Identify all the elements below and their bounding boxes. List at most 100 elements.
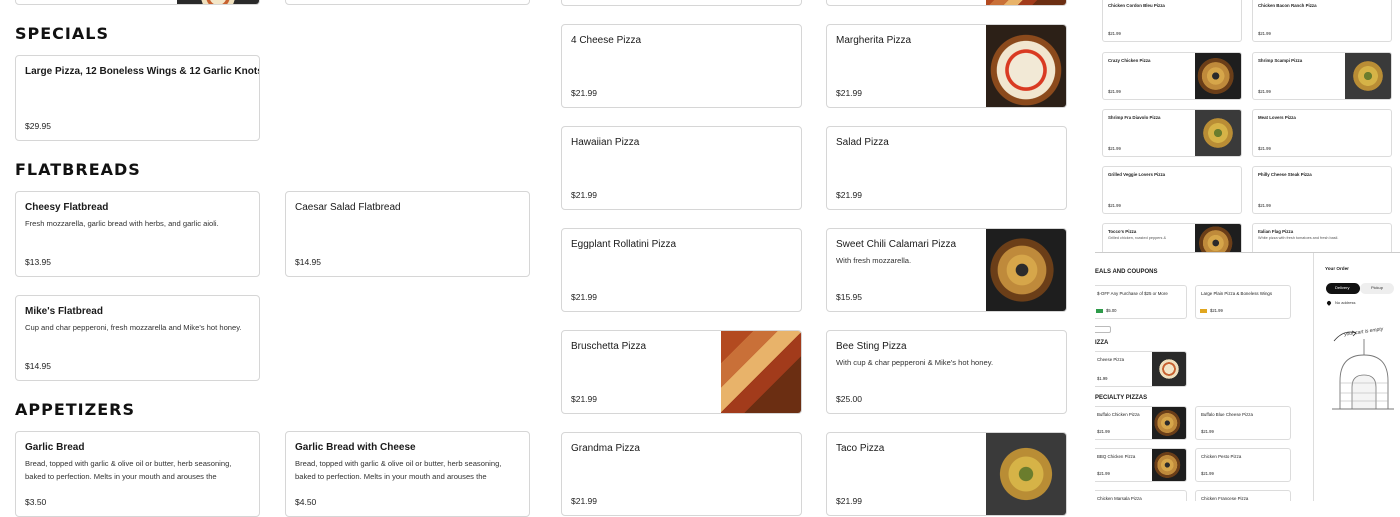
menu-item-garlic-bread[interactable]: Garlic Bread Bread, topped with garlic &…: [15, 431, 260, 517]
mini-card[interactable]: Shrimp Fra Diavolo Pizza $21.99: [1102, 109, 1242, 157]
card-pizza-partial-2[interactable]: [826, 0, 1067, 6]
menu-item-mikes-flatbread[interactable]: Mike's Flatbread Cup and char pepperoni,…: [15, 295, 260, 381]
location-pin-icon: [1326, 300, 1332, 306]
item-name: Bruschetta Pizza: [571, 341, 647, 352]
mini-card[interactable]: Chicken Bacon Ranch Pizza $21.99: [1252, 0, 1392, 42]
mini-card-price: $21.99: [1108, 203, 1121, 208]
mini-card[interactable]: Philly Cheese Steak Pizza $21.99: [1252, 166, 1392, 214]
item-name: Caesar Salad Flatbread: [295, 202, 401, 213]
no-address-text[interactable]: No address: [1335, 300, 1355, 305]
mini-card[interactable]: Chicken Pesto Pizza $21.99: [1195, 448, 1291, 482]
arrow-head: [1351, 330, 1357, 337]
card-top-mid-partial[interactable]: [285, 0, 530, 5]
item-price: $21.99: [836, 88, 862, 98]
mini-card-name: Chicken Francese Pizza: [1201, 496, 1249, 501]
arrow-doodle: [1333, 331, 1357, 342]
card-pizza-partial-1[interactable]: [561, 0, 802, 6]
mini-card[interactable]: Meat Lovers Pizza $21.99: [1252, 109, 1392, 157]
mini-card-price: $21.99: [1097, 429, 1110, 434]
mini-card[interactable]: Crazy Chicken Pizza $21.99: [1102, 52, 1242, 100]
mini-card-name: Grilled Veggie Lovers Pizza: [1108, 172, 1166, 177]
item-price: $29.95: [25, 121, 51, 131]
deals-heading: EALS AND COUPONS: [1095, 269, 1158, 275]
item-name: 4 Cheese Pizza: [571, 35, 642, 46]
specialty-heading: PECIALTY PIZZAS: [1095, 395, 1148, 401]
menu-item-grandma-pizza[interactable]: Grandma Pizza $21.99: [561, 432, 802, 516]
delivery-toggle[interactable]: Delivery: [1326, 283, 1360, 294]
item-name: Grandma Pizza: [571, 443, 640, 454]
right-panel-top: Chicken Cordon Bleu Pizza $21.99 Chicken…: [1095, 0, 1400, 263]
mini-card-name: Chicken Pesto Pizza: [1201, 454, 1242, 459]
section-title-flatbreads: FLATBREADS: [15, 160, 141, 179]
mini-card[interactable]: Chicken Marsala Pizza: [1095, 490, 1187, 501]
item-name: Garlic Bread with Cheese: [295, 442, 416, 453]
item-image: [986, 433, 1066, 515]
deal-pill[interactable]: [1095, 326, 1111, 333]
menu-item-4-cheese-pizza[interactable]: 4 Cheese Pizza $21.99: [561, 24, 802, 108]
mini-card-name: Crazy Chicken Pizza: [1108, 58, 1151, 63]
mini-card[interactable]: Buffalo Blue Cheese Pizza $21.99: [1195, 406, 1291, 440]
mini-card[interactable]: Shrimp Scampi Pizza $21.99: [1252, 52, 1392, 100]
item-name: Salad Pizza: [836, 137, 889, 148]
mini-card-name: Italian Flag Pizza: [1258, 229, 1294, 234]
item-price: $21.99: [571, 88, 597, 98]
menu-item-margherita-pizza[interactable]: Margherita Pizza $21.99: [826, 24, 1067, 108]
menu-item-caesar-flatbread[interactable]: Caesar Salad Flatbread $14.95: [285, 191, 530, 277]
pickup-label: Pickup: [1371, 285, 1384, 290]
item-price: $21.99: [571, 292, 597, 302]
menu-item-taco-pizza[interactable]: Taco Pizza $21.99: [826, 432, 1067, 516]
mini-card-name: Chicken Bacon Ranch Pizza: [1258, 3, 1317, 8]
item-price: $21.99: [571, 496, 597, 506]
item-price: $21.99: [836, 496, 862, 506]
item-price: $14.95: [295, 257, 321, 267]
mini-card[interactable]: BBQ Chicken Pizza $21.99: [1095, 448, 1187, 482]
mini-card-name: Cheese Pizza: [1097, 357, 1125, 362]
menu-item-hawaiian-pizza[interactable]: Hawaiian Pizza $21.99: [561, 126, 802, 210]
right-panel-bottom: EALS AND COUPONS $-OFF Any Purchase of $…: [1095, 252, 1400, 501]
card-top-left-partial[interactable]: [15, 0, 260, 5]
item-description: Bread, topped with garlic & olive oil or…: [25, 459, 232, 481]
mini-card-image: [1345, 53, 1391, 99]
menu-item-sweet-chili-calamari-pizza[interactable]: Sweet Chili Calamari Pizza With fresh mo…: [826, 228, 1067, 312]
deal-card[interactable]: Large Plain Pizza & Boneless Wings $21.9…: [1195, 285, 1291, 319]
item-name: Eggplant Rollatini Pizza: [571, 239, 677, 250]
deal-badge: [1096, 309, 1103, 313]
menu-item-bruschetta-pizza[interactable]: Bruschetta Pizza $21.99: [561, 330, 802, 414]
item-name: Mike's Flatbread: [25, 306, 103, 317]
mini-card[interactable]: Chicken Cordon Bleu Pizza $21.99: [1102, 0, 1242, 42]
cheese-pizza-card[interactable]: Cheese Pizza $1.99: [1095, 351, 1187, 387]
item-price: $25.00: [836, 394, 862, 404]
item-name: Taco Pizza: [836, 443, 885, 454]
item-image: [986, 25, 1066, 107]
mini-card-price: $21.99: [1258, 31, 1271, 36]
pizza-heading: IZZA: [1095, 340, 1109, 346]
mini-card-image: [1152, 407, 1186, 439]
mini-card-price: $21.99: [1097, 471, 1110, 476]
deal-name: Large Plain Pizza & Boneless Wings: [1201, 291, 1273, 296]
mini-card-name: Chicken Cordon Bleu Pizza: [1108, 3, 1165, 8]
item-price: $21.99: [836, 190, 862, 200]
pickup-toggle[interactable]: Pickup: [1360, 283, 1394, 294]
mini-card-image: [1152, 352, 1186, 386]
mini-card-price: $21.99: [1201, 471, 1214, 476]
mini-card-price: $21.99: [1108, 89, 1121, 94]
mini-card[interactable]: Chicken Francese Pizza: [1195, 490, 1291, 501]
mini-card[interactable]: Buffalo Chicken Pizza $21.99: [1095, 406, 1187, 440]
item-price: $14.95: [25, 361, 51, 371]
deal-name: $-OFF Any Purchase of $25 or More: [1097, 291, 1168, 296]
item-description: Cup and char pepperoni, fresh mozzarella…: [25, 323, 242, 332]
mini-card-name: Buffalo Blue Cheese Pizza: [1201, 412, 1253, 417]
mini-card-price: $21.99: [1108, 31, 1121, 36]
mini-card-name: BBQ Chicken Pizza: [1097, 454, 1136, 459]
menu-item-eggplant-rollatini-pizza[interactable]: Eggplant Rollatini Pizza $21.99: [561, 228, 802, 312]
menu-item-salad-pizza[interactable]: Salad Pizza $21.99: [826, 126, 1067, 210]
mini-card-name: Shrimp Fra Diavolo Pizza: [1108, 115, 1161, 120]
item-description: With cup & char pepperoni & Mike's hot h…: [836, 358, 994, 367]
menu-item-cheesy-flatbread[interactable]: Cheesy Flatbread Fresh mozzarella, garli…: [15, 191, 260, 277]
menu-item-bee-sting-pizza[interactable]: Bee Sting Pizza With cup & char pepperon…: [826, 330, 1067, 414]
mini-card[interactable]: Grilled Veggie Lovers Pizza $21.99: [1102, 166, 1242, 214]
deal-card[interactable]: $-OFF Any Purchase of $25 or More $5.00: [1095, 285, 1187, 319]
mini-card-name: Tocco's Pizza: [1108, 229, 1137, 234]
menu-item-garlic-bread-cheese[interactable]: Garlic Bread with Cheese Bread, topped w…: [285, 431, 530, 517]
menu-item-special-combo[interactable]: Large Pizza, 12 Boneless Wings & 12 Garl…: [15, 55, 260, 141]
